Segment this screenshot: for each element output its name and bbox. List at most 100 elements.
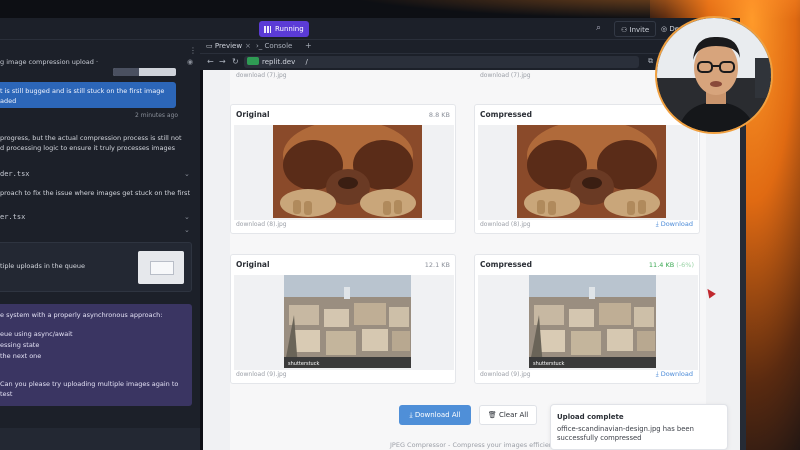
- agent-summary: e system with a properly asynchronous ap…: [0, 304, 192, 406]
- download-label: Download: [660, 220, 693, 228]
- compressed-panel: Compressed 11.4 KB (-6%) shutterstuck do…: [474, 254, 700, 384]
- download-label: Download: [660, 370, 693, 378]
- tab-console[interactable]: ›_ Console: [256, 42, 292, 50]
- download-all-label: Download All: [414, 411, 461, 419]
- new-window-icon[interactable]: ⧉: [648, 57, 653, 66]
- city-aerial-photo: shutterstuck: [529, 275, 656, 368]
- invite-label: Invite: [629, 26, 650, 34]
- url-text: replit.dev: [262, 58, 296, 66]
- summary-line: eue using async/await: [0, 330, 73, 338]
- file-size: 8.8 KB: [428, 111, 450, 119]
- chat-input-area[interactable]: [0, 428, 200, 450]
- add-user-icon: ⚇: [621, 26, 630, 34]
- monitor-icon: ▭: [206, 42, 215, 50]
- panel-title: Original: [236, 260, 270, 269]
- response-line: d processing logic to ensure it truly pr…: [0, 144, 175, 152]
- orangutan-photo: [273, 125, 422, 218]
- more-icon[interactable]: ⋮: [189, 46, 197, 55]
- file-name: download (7).jpg: [480, 72, 531, 79]
- download-link[interactable]: ⤓ Download: [656, 370, 693, 379]
- size-change: (-6%): [676, 261, 694, 269]
- screenshot-thumbnail[interactable]: [138, 251, 184, 284]
- compressed-panel: Compressed 8: [474, 104, 700, 234]
- file-name: download (8).jpg: [236, 221, 287, 228]
- file-reference[interactable]: der.tsx: [0, 170, 30, 178]
- panel-title: Compressed: [480, 110, 533, 119]
- forward-icon[interactable]: →: [219, 57, 226, 66]
- tab-preview[interactable]: ▭ Preview: [206, 42, 242, 50]
- secure-icon: [247, 57, 259, 65]
- file-name: download (8).jpg: [480, 221, 531, 228]
- file-name: download (9).jpg: [236, 371, 287, 378]
- preview-viewport: download (7).jpg download (7).jpg Origin…: [203, 70, 740, 450]
- watermark: shutterstuck: [533, 361, 565, 367]
- file-size: 12.1 KB: [424, 261, 450, 269]
- chevron-down-icon[interactable]: ⌄: [184, 213, 190, 221]
- image-frame: [234, 125, 454, 220]
- mouse-cursor-icon: [704, 286, 716, 299]
- file-name: download (7).jpg: [236, 72, 287, 79]
- file-reference[interactable]: er.tsx: [0, 213, 25, 221]
- compressed-size: 11.4 KB: [648, 261, 675, 269]
- background-glow-top: [330, 0, 800, 20]
- user-message: t is still bugged and is still stuck on …: [0, 82, 176, 108]
- search-icon[interactable]: ⌕: [596, 23, 601, 33]
- tab-preview-label: Preview: [214, 42, 243, 50]
- orangutan-photo: [517, 125, 666, 218]
- toast-title: Upload complete: [557, 413, 624, 421]
- screen: Running ⌕ ⚇ Invite ◎ De g image compress…: [0, 0, 800, 450]
- add-tab-icon[interactable]: +: [305, 41, 312, 50]
- message-timestamp: 2 minutes ago: [135, 112, 179, 119]
- assistant-chat-panel: g image compression upload · ⋮ ◉ t is st…: [0, 40, 200, 450]
- invite-button[interactable]: ⚇ Invite: [614, 21, 657, 37]
- back-icon[interactable]: ←: [207, 57, 214, 66]
- summary-line: essing state: [0, 341, 40, 349]
- image-frame: shutterstuck: [234, 275, 454, 370]
- clear-all-label: Clear All: [498, 411, 529, 419]
- url-input[interactable]: replit.dev /: [244, 56, 639, 68]
- toast-description: office-scandinavian-design.jpg has been …: [557, 425, 694, 442]
- progress-bar: [113, 68, 176, 76]
- run-label: Running: [275, 25, 304, 33]
- image-frame: shutterstuck: [478, 275, 698, 370]
- close-icon[interactable]: ×: [245, 42, 251, 50]
- panel-title: Compressed: [480, 260, 533, 269]
- url-path: /: [305, 58, 308, 66]
- watermark: shutterstuck: [288, 361, 320, 367]
- file-size: 11.4 KB (-6%): [649, 261, 694, 269]
- top-bar: Running ⌕ ⚇ Invite ◎ De: [0, 18, 740, 40]
- chat-title[interactable]: g image compression upload ·: [0, 58, 98, 66]
- city-aerial-photo: shutterstuck: [284, 275, 411, 368]
- checkpoint-label: tiple uploads in the queue: [0, 262, 86, 270]
- download-link[interactable]: ⤓ Download: [656, 220, 693, 229]
- run-button[interactable]: Running: [259, 21, 309, 37]
- summary-line: Can you please try uploading multiple im…: [0, 380, 179, 398]
- toast-notification[interactable]: Upload complete office-scandinavian-desi…: [550, 404, 728, 450]
- webcam-overlay: [655, 16, 773, 134]
- download-all-button[interactable]: ⤓ Download All: [399, 405, 471, 425]
- checkpoint-card[interactable]: tiple uploads in the queue: [0, 242, 192, 292]
- terminal-icon: ›_: [256, 42, 265, 50]
- footer-text: JPEG Compressor - Compress your images e…: [390, 441, 553, 449]
- clear-all-button[interactable]: 🗑 Clear All: [479, 405, 537, 425]
- trash-icon: 🗑: [487, 411, 499, 419]
- summary-line: the next one: [0, 352, 42, 360]
- eye-icon[interactable]: ◉: [187, 58, 193, 66]
- chevron-down-icon[interactable]: ⌄: [184, 170, 190, 178]
- grid-icon: [264, 25, 271, 33]
- approach-text: proach to fix the issue where images get…: [0, 189, 190, 197]
- image-frame: [478, 125, 698, 220]
- original-panel: Original 8.8 KB download (8).jpg: [230, 104, 456, 234]
- panel-title: Original: [236, 110, 270, 119]
- file-name: download (9).jpg: [480, 371, 531, 378]
- chevron-down-icon[interactable]: ⌄: [184, 226, 190, 234]
- image-grid: download (7).jpg download (7).jpg Origin…: [230, 70, 716, 450]
- chat-header: g image compression upload · ⋮ ◉: [0, 46, 200, 68]
- assistant-response: progress, but the actual compression pro…: [0, 133, 196, 153]
- response-line: progress, but the actual compression pro…: [0, 134, 182, 142]
- user-message-line: t is still bugged and is still stuck on …: [0, 87, 165, 95]
- refresh-icon[interactable]: ↻: [232, 57, 239, 66]
- tab-console-label: Console: [264, 42, 293, 50]
- original-panel: Original 12.1 KB shutterstuck download (…: [230, 254, 456, 384]
- user-message-line: aded: [0, 97, 17, 105]
